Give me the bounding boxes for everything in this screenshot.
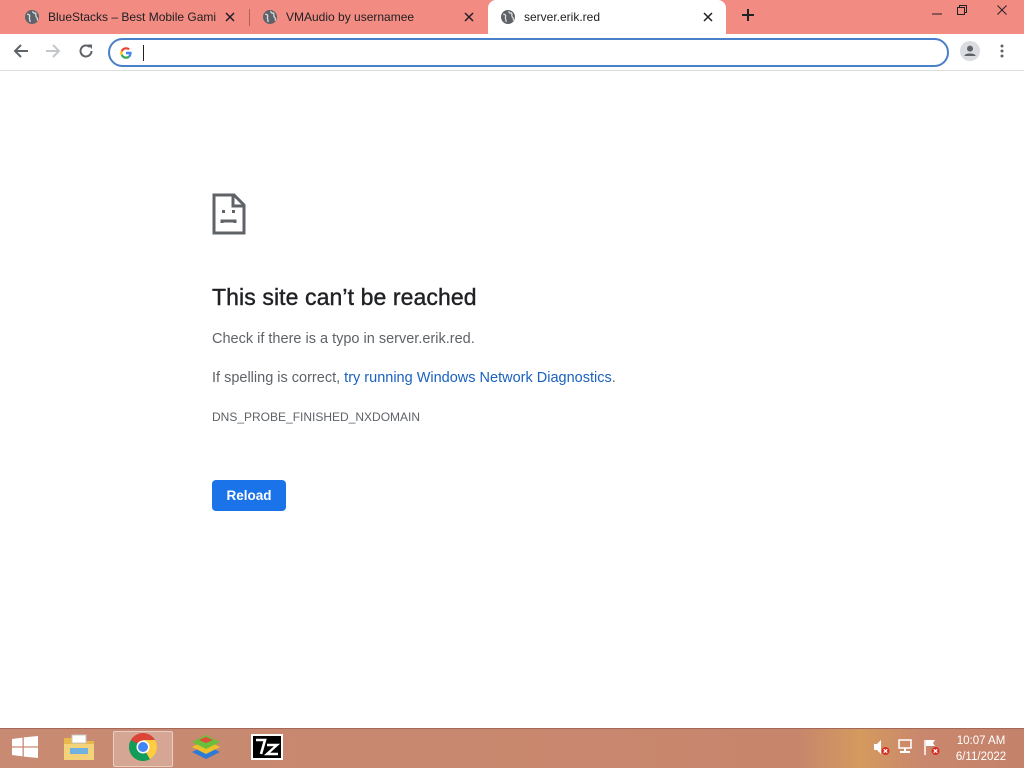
typo-message: Check if there is a typo in server.erik.… [212,331,475,347]
tab-bluestacks[interactable]: BlueStacks – Best Mobile Gaming Platform [12,0,248,34]
arrow-left-icon [13,43,29,64]
network-button[interactable] [897,738,915,761]
google-g-icon [119,46,133,60]
person-icon [960,40,980,66]
error-page: This site can’t be reached Check if ther… [0,72,1024,728]
host-name: server.erik.red [378,331,471,347]
error-heading: This site can’t be reached [212,284,477,310]
close-icon[interactable] [700,9,716,25]
kebab-menu-icon [1000,44,1004,63]
clock-date: 6/11/2022 [955,751,1007,763]
tab-title: server.erik.red [524,10,601,24]
tab-strip: BlueStacks – Best Mobile Gaming Platform… [0,0,1024,34]
network-diagnostics-link[interactable]: try running Windows Network Diagnostics [344,370,612,386]
taskbar-clock[interactable]: 10:07 AM 6/11/2022 [948,733,1014,765]
globe-icon [24,9,40,25]
7zip-icon [251,733,283,765]
text-caret [143,45,144,61]
typo-prefix: Check if there is a typo in [212,331,379,347]
spelling-message: If spelling is correct, try running Wind… [212,370,616,386]
taskbar-7zip[interactable] [237,731,297,767]
clock-time: 10:07 AM [956,735,1006,747]
tab-title: BlueStacks – Best Mobile Gaming Platform [48,10,216,24]
reload-icon [78,43,94,64]
typo-suffix: . [470,331,475,347]
new-tab-button[interactable] [736,5,760,29]
address-bar[interactable] [108,38,949,67]
back-button[interactable] [8,40,34,66]
restore-button[interactable] [945,0,979,22]
taskbar-chrome[interactable] [113,731,173,767]
volume-button[interactable] [872,738,890,761]
file-explorer-icon [63,733,95,766]
windows-logo-icon [12,735,38,763]
globe-icon [262,9,278,25]
network-icon [897,738,915,761]
taskbar-file-explorer[interactable] [49,731,109,767]
omnibox-input[interactable] [142,42,932,63]
forward-button[interactable] [40,40,66,66]
reload-button[interactable]: Reload [212,480,286,511]
tab-server-erik-red[interactable]: server.erik.red [488,0,726,34]
close-icon[interactable] [222,9,238,25]
arrow-right-icon [45,43,61,64]
action-center-flag-icon [922,738,940,761]
browser-toolbar [0,34,1024,71]
tab-vmaudio[interactable]: VMAudio by usernamee [250,0,487,34]
restore-icon [957,2,967,20]
chrome-icon [128,732,158,767]
close-window-button[interactable] [982,0,1022,22]
close-icon [997,2,1007,20]
spelling-prefix: If spelling is correct, [212,370,345,386]
taskbar-bluestacks[interactable] [176,731,236,767]
action-center-button[interactable] [922,738,940,761]
speaker-muted-icon [872,738,890,761]
taskbar: 10:07 AM 6/11/2022 [0,728,1024,768]
error-code: DNS_PROBE_FINISHED_NXDOMAIN [212,410,421,424]
close-icon[interactable] [461,9,477,25]
menu-button[interactable] [989,40,1015,66]
minimize-icon [932,2,942,20]
plus-icon [741,8,755,27]
sad-document-icon [212,193,246,235]
globe-icon [500,9,516,25]
profile-button[interactable] [957,40,983,66]
bluestacks-icon [189,732,223,767]
spelling-suffix: . [611,370,616,386]
start-button[interactable] [0,729,50,768]
reload-button[interactable] [73,40,99,66]
tab-title: VMAudio by usernamee [286,10,415,24]
